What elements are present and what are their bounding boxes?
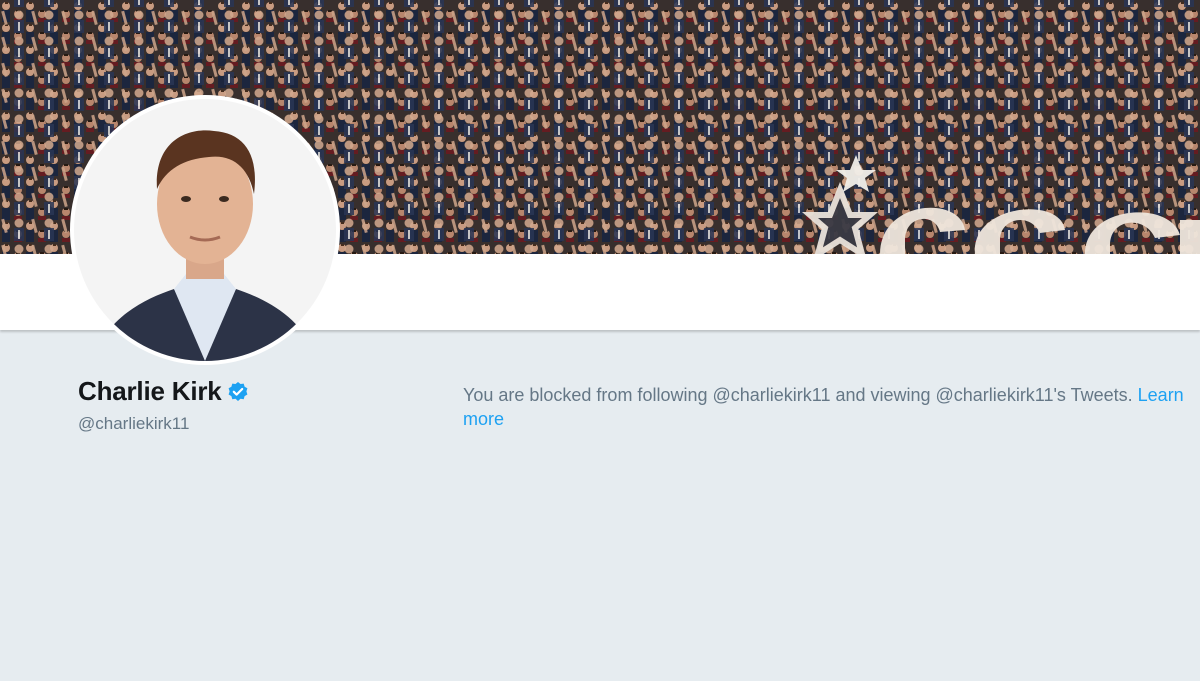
blocked-notice-text: You are blocked from following @charliek…: [463, 385, 1133, 405]
profile-name-text[interactable]: Charlie Kirk: [78, 376, 222, 407]
blocked-notice: You are blocked from following @charliek…: [463, 383, 1193, 431]
verified-badge-icon: [227, 381, 249, 403]
profile-name[interactable]: Charlie Kirk: [78, 376, 249, 407]
profile-photo-icon: [74, 99, 336, 361]
screen-name[interactable]: @charliekirk11: [78, 414, 189, 434]
avatar[interactable]: [70, 95, 340, 365]
